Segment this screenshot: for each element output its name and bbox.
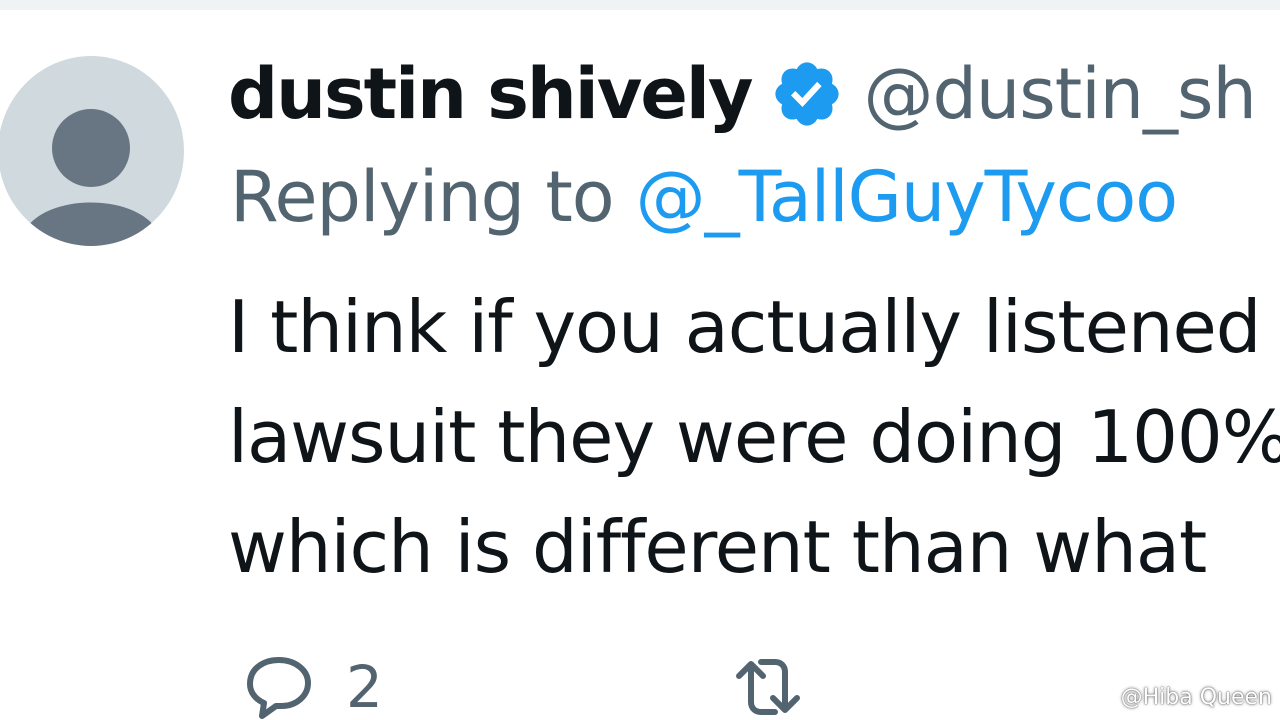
comment-bubble-icon[interactable] <box>240 652 318 720</box>
tweet-text: I think if you actually listened lawsuit… <box>228 272 1280 602</box>
author-display-name[interactable]: dustin shively <box>228 53 753 135</box>
replying-to-line: Replying to @_TallGuyTycoo <box>230 152 1178 242</box>
reply-button[interactable]: 2 <box>240 652 383 720</box>
tweet-actions: 2 <box>240 652 807 720</box>
avatar[interactable] <box>0 56 184 246</box>
author-handle[interactable]: @dustin_sh <box>864 53 1257 135</box>
tweet-text-line: lawsuit they were doing 100% <box>228 395 1280 479</box>
verified-badge-icon[interactable] <box>770 57 844 131</box>
watermark: @Hiba Queen <box>1091 682 1272 712</box>
diamond-logo-icon <box>1091 686 1117 708</box>
watermark-text: @Hiba Queen <box>1120 684 1272 710</box>
replying-to-label: Replying to <box>230 156 615 238</box>
retweet-icon[interactable] <box>729 652 807 720</box>
default-avatar-icon <box>20 109 162 246</box>
tweet-header: dustin shively @dustin_sh <box>228 44 1257 144</box>
reply-count: 2 <box>346 653 383 720</box>
tweet-text-line: I think if you actually listened <box>228 285 1262 369</box>
retweet-button[interactable] <box>729 652 807 720</box>
tweet-text-line: which is different than what <box>228 505 1207 589</box>
top-divider <box>0 0 1280 10</box>
reply-target-link[interactable]: @_TallGuyTycoo <box>636 156 1178 238</box>
